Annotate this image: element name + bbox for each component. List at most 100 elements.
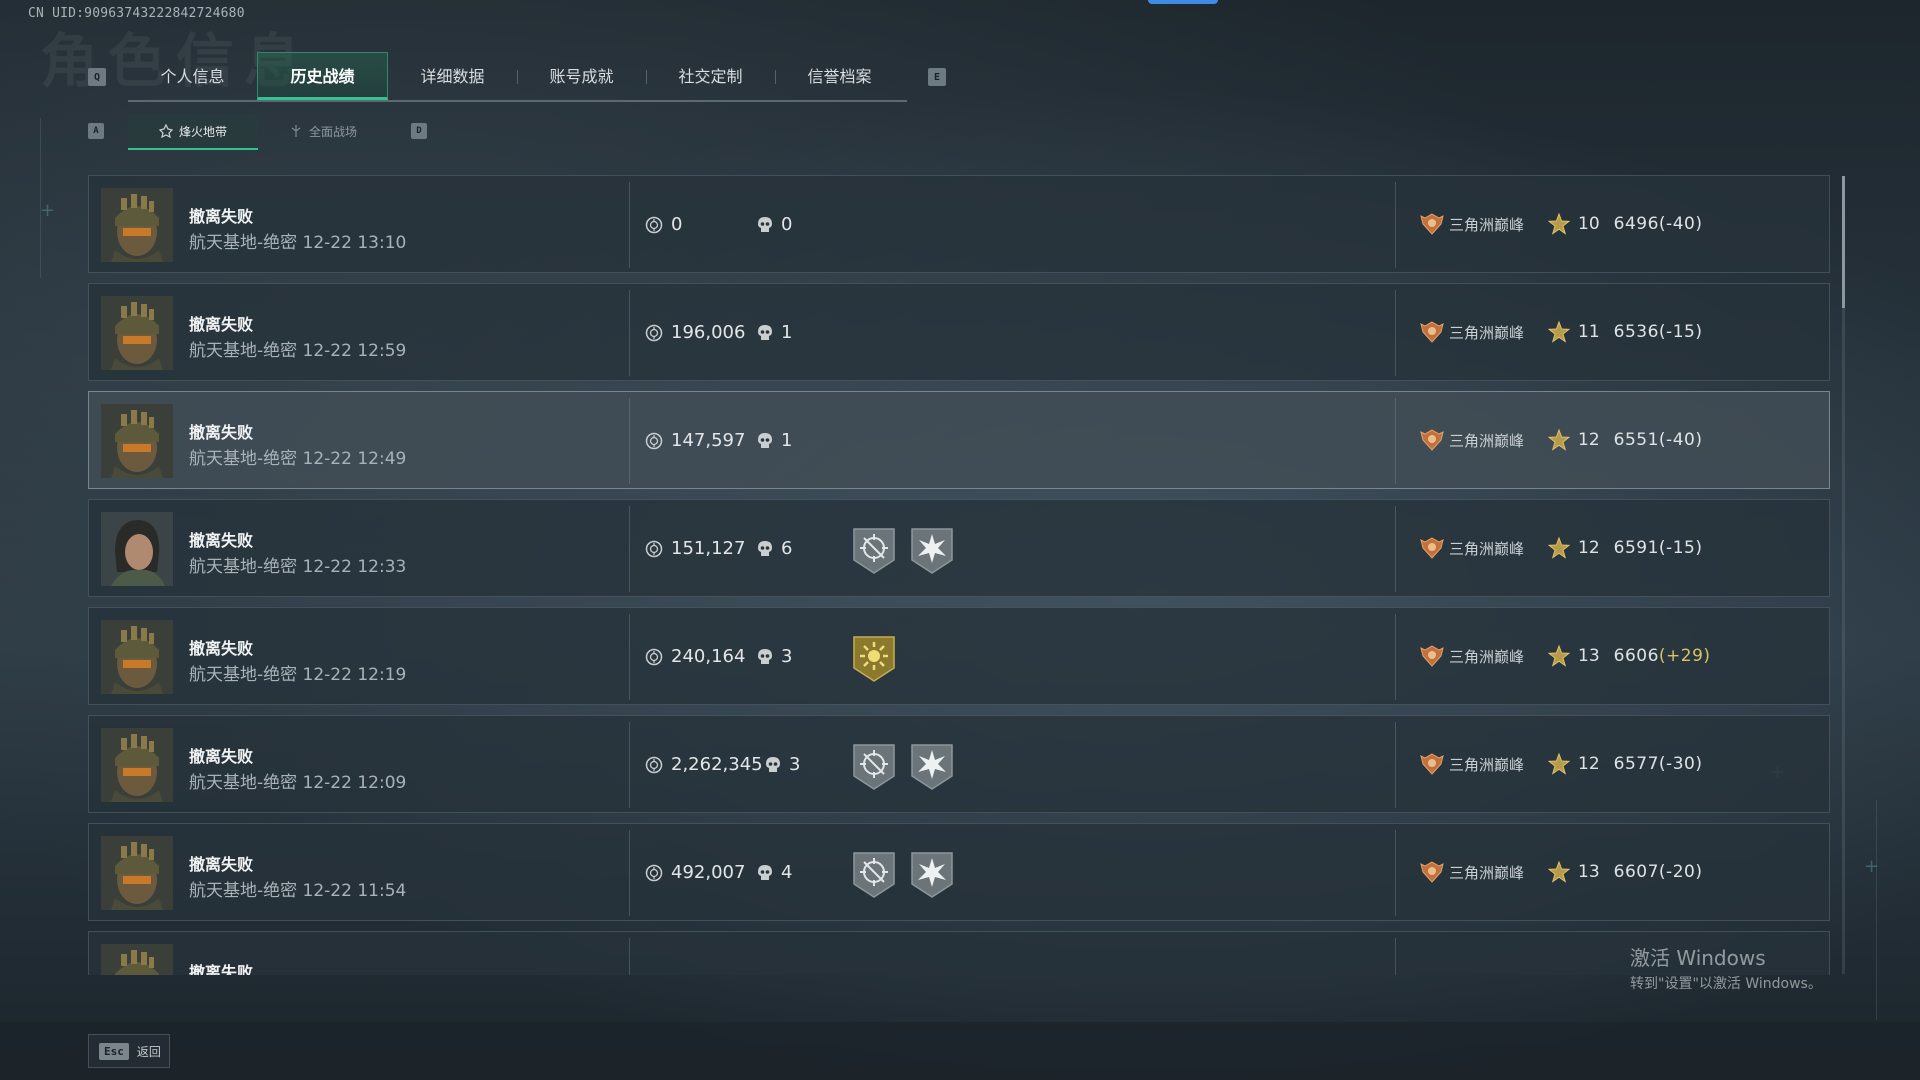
operator-avatar <box>101 944 173 975</box>
tab-next-key[interactable]: E <box>928 68 946 86</box>
loot-value-stat: 196,006 <box>645 322 745 343</box>
match-record-row[interactable]: 撤离失败 航天基地-绝密 12-22 11:54 492,007 4 三角洲巅峰 13 66… <box>88 823 1830 921</box>
match-result: 撤离失败 <box>189 639 254 658</box>
tab-match-history[interactable]: 历史战绩 <box>257 52 388 100</box>
score-delta: (-15) <box>1658 322 1703 342</box>
list-scrollbar[interactable] <box>1842 176 1845 974</box>
tab-social-custom[interactable]: 社交定制 <box>646 52 775 98</box>
score-value: 6591 <box>1613 538 1659 558</box>
back-button[interactable]: Esc 返回 <box>88 1034 170 1068</box>
coin-icon <box>645 864 663 881</box>
subtab-next-key[interactable]: D <box>411 123 427 139</box>
operator-avatar <box>101 404 173 478</box>
match-record-row[interactable]: 撤离失败 <box>88 931 1830 975</box>
decor-line <box>1876 800 1877 1020</box>
badge-group <box>851 850 955 900</box>
tab-achievements[interactable]: 账号成就 <box>517 52 646 98</box>
row-divider <box>629 182 630 268</box>
watermark-line2: 转到"设置"以激活 Windows。 <box>1630 976 1822 992</box>
list-scrollbar-thumb[interactable] <box>1842 176 1845 308</box>
score-delta: (-15) <box>1658 538 1703 558</box>
rank-score: 6577(-30) <box>1614 754 1703 774</box>
row-divider <box>1395 290 1396 376</box>
kill-count: 6 <box>781 538 793 559</box>
tab-credit-file[interactable]: 信誉档案 <box>775 52 904 98</box>
subtab-fire-zone[interactable]: 烽火地带 <box>128 114 258 150</box>
rank-info: 三角洲巅峰 13 6607(-20) <box>1419 860 1702 884</box>
subtab-label: 烽火地带 <box>178 124 227 139</box>
kill-icon <box>758 648 772 664</box>
crosshair-badge-icon[interactable] <box>851 742 897 792</box>
kills-stat: 1 <box>757 430 792 451</box>
rank-score: 6606(+29) <box>1614 646 1711 666</box>
rank-info: 三角洲巅峰 12 6551(-40) <box>1419 428 1702 452</box>
mode-tab-bar: 烽火地带 全面战场 <box>128 114 388 150</box>
battlefield-icon <box>291 125 301 137</box>
score-value: 6606 <box>1613 646 1659 666</box>
fire-zone-icon <box>158 124 173 138</box>
rank-info: 三角洲巅峰 12 6577(-30) <box>1419 752 1702 776</box>
rank-info: 三角洲巅峰 10 6496(-40) <box>1419 212 1702 236</box>
kill-icon <box>758 216 772 232</box>
match-record-row[interactable]: 撤离失败 航天基地-绝密 12-22 12:33 151,127 6 三角洲巅峰 12 65… <box>88 499 1830 597</box>
match-record-row[interactable]: 撤离失败航天基地-绝密 12-22 12:59 196,006 1 三角洲巅峰 11 65… <box>88 283 1830 381</box>
rank-score: 6536(-15) <box>1614 322 1703 342</box>
coin-icon <box>645 540 663 557</box>
rank-score: 6607(-20) <box>1614 862 1703 882</box>
rank-emblem-icon <box>1420 213 1444 235</box>
map-and-time: 航天基地-绝密 12-22 12:09 <box>189 773 407 793</box>
row-divider <box>1395 398 1396 484</box>
burst-badge-icon[interactable] <box>909 742 955 792</box>
kills-stat: 0 <box>757 214 792 235</box>
kill-count: 3 <box>781 646 793 667</box>
watermark-line1: 激活 Windows <box>1630 946 1766 970</box>
rank-level: 13 <box>1578 646 1600 666</box>
crosshair-badge-icon[interactable] <box>851 526 897 576</box>
decor-plus-icon: + <box>40 200 56 221</box>
rank-name: 三角洲巅峰 <box>1449 323 1525 342</box>
kill-count: 1 <box>781 322 793 343</box>
coin-icon <box>645 324 663 341</box>
burst-badge-icon[interactable] <box>909 850 955 900</box>
operator-avatar <box>101 620 173 694</box>
loot-value-stat: 0 <box>645 214 682 235</box>
top-accent-indicator <box>1148 0 1218 4</box>
match-result: 撤离失败 <box>189 963 254 975</box>
kill-count: 0 <box>781 214 793 235</box>
match-result: 撤离失败 <box>189 315 254 334</box>
tab-detailed-data[interactable]: 详细数据 <box>388 52 517 98</box>
operator-avatar <box>101 296 173 370</box>
subtab-label: 全面战场 <box>308 124 357 139</box>
loot-value: 147,597 <box>671 430 746 451</box>
match-record-row[interactable]: 撤离失败 航天基地-绝密 12-22 12:49 147,597 1 三角洲巅峰 12 65… <box>88 391 1830 489</box>
row-divider <box>1395 830 1396 916</box>
row-divider <box>629 722 630 808</box>
gold-sun-badge-icon[interactable] <box>851 634 897 684</box>
tab-personal-info[interactable]: 个人信息 <box>128 52 257 98</box>
rank-level: 12 <box>1578 430 1600 450</box>
subtab-battlefield[interactable]: 全面战场 <box>258 114 388 148</box>
map-and-time: 航天基地-绝密 12-22 12:33 <box>189 557 407 577</box>
burst-badge-icon[interactable] <box>909 526 955 576</box>
crosshair-badge-icon[interactable] <box>851 850 897 900</box>
main-tab-bar: 个人信息 历史战绩 详细数据 账号成就 社交定制 信誉档案 <box>128 52 907 102</box>
match-record-row[interactable]: 撤离失败 航天基地-绝密 12-22 12:09 2,262,345 3 三角洲巅峰 12… <box>88 715 1830 813</box>
match-record-row[interactable]: 撤离失败 航天基地-绝密 12-22 12:19 240,164 3 三角洲巅峰 13 66… <box>88 607 1830 705</box>
rank-emblem-icon <box>1420 753 1444 775</box>
score-value: 6577 <box>1613 754 1659 774</box>
subtab-prev-key[interactable]: A <box>88 123 104 139</box>
rank-info: 三角洲巅峰 12 6591(-15) <box>1419 536 1702 560</box>
match-result: 撤离失败 <box>189 423 254 442</box>
loot-value-stat: 2,262,345 <box>645 754 763 775</box>
rank-level: 11 <box>1578 322 1600 342</box>
match-record-row[interactable]: 撤离失败 航天基地-绝密 12-22 13:10 0 0 三角洲巅峰 10 6496(-40… <box>88 175 1830 273</box>
kills-stat: 4 <box>757 862 792 883</box>
kills-stat: 3 <box>757 646 792 667</box>
map-and-time: 航天基地-绝密 12-22 12:59 <box>189 341 407 361</box>
row-divider <box>629 398 630 484</box>
windows-activation-watermark: 激活 Windows 转到"设置"以激活 Windows。 <box>1630 942 1822 993</box>
tab-prev-key[interactable]: Q <box>88 68 106 86</box>
badge-group <box>851 526 955 576</box>
star-icon <box>1548 213 1571 235</box>
badge-group <box>851 634 897 684</box>
